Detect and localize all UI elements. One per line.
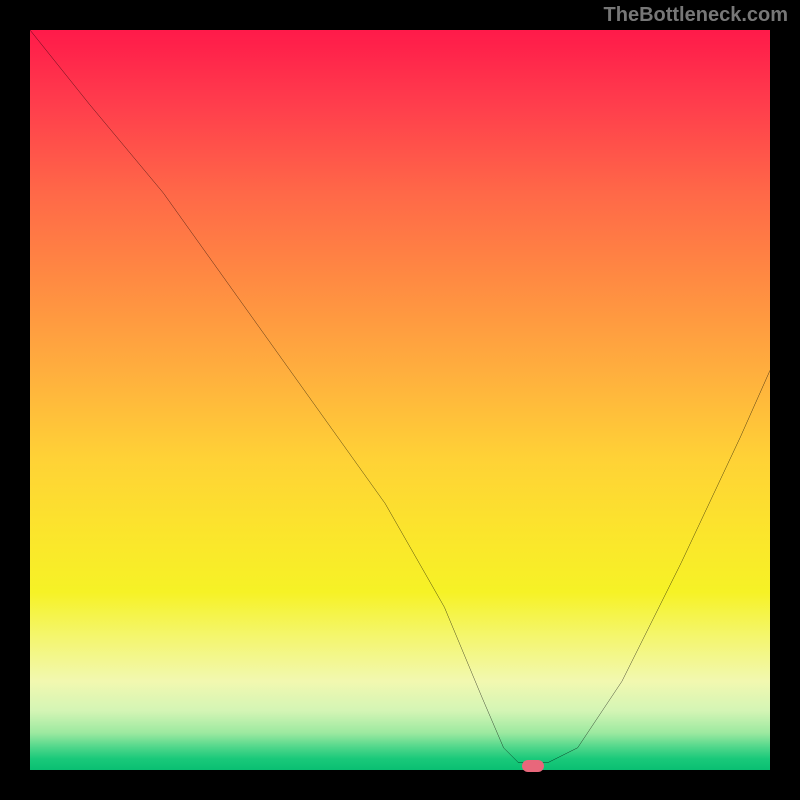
- chart-container: TheBottleneck.com: [0, 0, 800, 800]
- optimal-marker: [522, 760, 544, 772]
- plot-area: [30, 30, 770, 770]
- curve-svg: [30, 30, 770, 770]
- bottleneck-curve: [30, 30, 770, 763]
- watermark-text: TheBottleneck.com: [604, 4, 788, 27]
